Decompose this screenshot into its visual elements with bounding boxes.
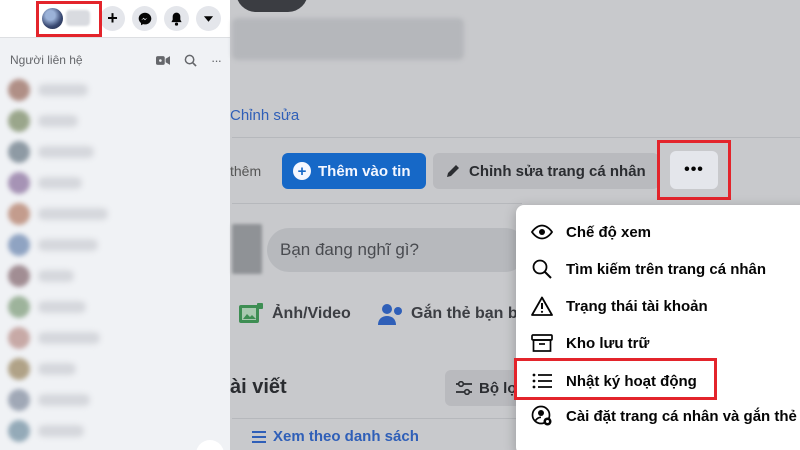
more-options-icon[interactable]: ··· xyxy=(209,53,223,68)
avatar xyxy=(8,265,30,287)
contact-name-blurred xyxy=(38,208,108,220)
avatar xyxy=(8,420,30,442)
avatar xyxy=(8,110,30,132)
contacts-heading: Người liên hệ xyxy=(10,53,83,67)
edit-profile-label: Chỉnh sửa trang cá nhân xyxy=(469,162,646,180)
avatar xyxy=(8,79,30,101)
more-options-button[interactable]: ••• xyxy=(670,151,718,189)
menu-item-search-profile[interactable]: Tìm kiếm trên trang cá nhân xyxy=(516,252,800,286)
list-view-tab[interactable]: Xem theo danh sách xyxy=(251,428,419,445)
divider xyxy=(232,137,800,138)
menu-item-archive[interactable]: Kho lưu trữ xyxy=(516,326,800,360)
video-call-icon[interactable] xyxy=(156,53,170,67)
tag-friends-button[interactable]: Gắn thẻ bạn bè xyxy=(377,302,527,326)
contact-name-blurred xyxy=(38,332,100,344)
notifications-button[interactable] xyxy=(164,6,189,31)
photo-video-label: Ảnh/Video xyxy=(272,305,351,322)
see-more-partial[interactable]: thêm xyxy=(230,163,261,179)
contact-name-blurred xyxy=(38,270,74,282)
tag-friends-label: Gắn thẻ bạn bè xyxy=(411,305,527,322)
menu-item-label: Chế độ xem xyxy=(566,223,652,241)
search-icon[interactable] xyxy=(183,53,197,67)
menu-item-label: Trạng thái tài khoản xyxy=(566,297,708,315)
menu-item-account-status[interactable]: Trạng thái tài khoản xyxy=(516,289,800,323)
avatar xyxy=(8,203,30,225)
contact-item[interactable] xyxy=(8,419,84,443)
edit-profile-button[interactable]: Chỉnh sửa trang cá nhân xyxy=(433,153,659,189)
highlight-profile-button xyxy=(36,1,102,37)
contact-name-blurred xyxy=(38,177,82,189)
contact-item[interactable] xyxy=(8,357,76,381)
warning-icon xyxy=(530,294,554,318)
contacts-sidebar: + Người liên hệ ··· xyxy=(0,0,230,450)
divider xyxy=(232,418,522,419)
filter-icon xyxy=(456,381,472,395)
menu-item-profile-tag-settings[interactable]: Cài đặt trang cá nhân và gắn thẻ xyxy=(516,399,800,433)
contact-name-blurred xyxy=(38,301,86,313)
profile-picture-edge xyxy=(236,0,308,12)
top-navigation-bar: + xyxy=(0,0,230,38)
contact-item[interactable] xyxy=(8,326,100,350)
avatar xyxy=(8,358,30,380)
caret-down-icon xyxy=(203,15,214,22)
contact-item[interactable] xyxy=(8,233,98,257)
contact-name-blurred xyxy=(38,146,94,158)
contact-item[interactable] xyxy=(8,140,94,164)
list-icon xyxy=(252,430,266,443)
post-composer-input[interactable]: Bạn đang nghĩ gì? xyxy=(267,228,527,272)
avatar xyxy=(8,172,30,194)
contact-name-blurred xyxy=(38,363,76,375)
contact-item[interactable] xyxy=(8,202,108,226)
account-menu-button[interactable] xyxy=(196,6,221,31)
list-view-label: Xem theo danh sách xyxy=(273,428,419,445)
contact-name-blurred xyxy=(38,115,78,127)
contact-name-blurred xyxy=(38,84,88,96)
photo-video-button[interactable]: Ảnh/Video xyxy=(238,302,351,326)
menu-item-label: Tìm kiếm trên trang cá nhân xyxy=(566,260,767,278)
contact-item[interactable] xyxy=(8,388,90,412)
profile-name-blurred xyxy=(232,18,464,60)
contact-item[interactable] xyxy=(8,109,78,133)
tag-people-icon xyxy=(378,304,402,325)
avatar xyxy=(8,141,30,163)
divider xyxy=(232,203,522,204)
edit-link[interactable]: Chỉnh sửa xyxy=(230,107,299,124)
menu-item-label: Cài đặt trang cá nhân và gắn thẻ xyxy=(566,407,797,425)
avatar xyxy=(8,234,30,256)
archive-icon xyxy=(530,331,554,355)
contact-item[interactable] xyxy=(8,295,86,319)
profile-options-menu: Chế độ xem Tìm kiếm trên trang cá nhân T… xyxy=(516,205,800,450)
contact-item[interactable] xyxy=(8,171,82,195)
profile-settings-icon xyxy=(530,404,554,428)
plus-circle-icon: + xyxy=(293,162,311,180)
contact-item[interactable] xyxy=(8,78,88,102)
photo-icon xyxy=(239,303,263,323)
highlight-activity-log xyxy=(514,358,717,400)
add-to-story-label: Thêm vào tin xyxy=(318,162,411,180)
messenger-icon xyxy=(138,12,151,25)
avatar xyxy=(232,224,262,274)
contact-name-blurred xyxy=(38,425,84,437)
bell-icon xyxy=(171,12,182,26)
search-icon xyxy=(530,257,554,281)
contact-name-blurred xyxy=(38,394,90,406)
contact-name-blurred xyxy=(38,239,98,251)
avatar xyxy=(8,389,30,411)
messenger-button[interactable] xyxy=(132,6,157,31)
pencil-icon xyxy=(447,165,459,177)
eye-icon xyxy=(530,220,554,244)
create-button[interactable]: + xyxy=(100,6,125,31)
posts-heading: ài viết xyxy=(230,376,287,398)
menu-item-label: Kho lưu trữ xyxy=(566,334,650,352)
plus-icon: + xyxy=(107,7,118,28)
add-to-story-button[interactable]: + Thêm vào tin xyxy=(282,153,426,189)
menu-item-view-as[interactable]: Chế độ xem xyxy=(516,215,800,249)
avatar xyxy=(8,296,30,318)
contact-item[interactable] xyxy=(8,264,74,288)
avatar xyxy=(8,327,30,349)
